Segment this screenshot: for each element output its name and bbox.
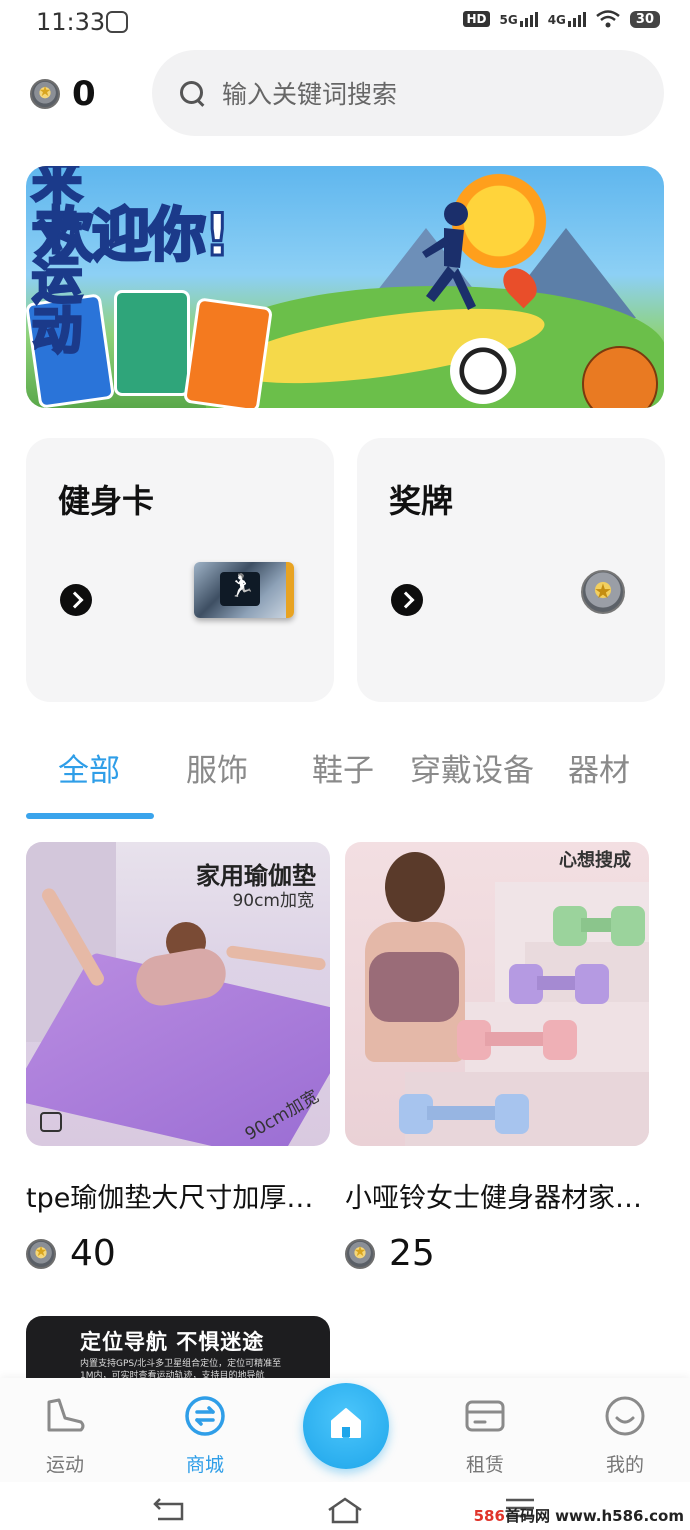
wifi-icon (596, 10, 620, 28)
medal-icon (581, 570, 625, 614)
signal-4g-label: 4G (547, 13, 566, 27)
nav-label: 运动 (45, 1454, 84, 1476)
person-illustration (385, 852, 445, 922)
runner-illustration (414, 196, 484, 326)
medal-balance[interactable]: 0 (30, 74, 96, 114)
dumbbell-purple (509, 964, 609, 1004)
dumbbell-pink (457, 1020, 577, 1060)
battery-icon: 30 (629, 10, 660, 28)
search-input[interactable]: 输入关键词搜索 (152, 50, 664, 136)
card-icon (465, 1400, 505, 1432)
signal-5g-icon: 5G (500, 11, 538, 27)
price-value: 40 (70, 1233, 116, 1274)
nav-label: 我的 (605, 1454, 644, 1476)
status-bar: 11:33 HD 5G 4G 30 (0, 0, 690, 46)
tab-indicator (26, 813, 154, 819)
banner-card-green (114, 290, 190, 396)
search-icon (178, 79, 206, 107)
search-placeholder: 输入关键词搜索 (222, 80, 398, 109)
nav-label: 租赁 (465, 1454, 504, 1476)
tab-clothing[interactable]: 服饰 (186, 745, 248, 790)
product-image[interactable]: 心想搜成 (345, 842, 649, 1146)
product-price: 25 (345, 1233, 649, 1274)
product-card[interactable]: 家用瑜伽垫 90cm加宽 90cm加宽 tpe瑜伽垫大尺寸加厚1… 40 (26, 842, 330, 1274)
category-fitness-card[interactable]: 健身卡 (26, 438, 334, 702)
tab-all[interactable]: 全部 (58, 745, 120, 790)
watermark-red: 586 (473, 1507, 505, 1525)
medal-icon (26, 1238, 56, 1269)
nav-item-shop[interactable]: 商城 (165, 1394, 245, 1477)
watermark: 586首码网 www.h586.com (474, 1505, 684, 1526)
notification-icon (106, 11, 128, 33)
signal-5g-label: 5G (499, 13, 518, 27)
tab-wearables[interactable]: 穿戴设备 (410, 745, 534, 790)
banner-title-main: 欢迎你! (34, 201, 231, 269)
price-value: 25 (389, 1233, 435, 1274)
category-medal-card[interactable]: 奖牌 (357, 438, 665, 702)
nav-item-rent[interactable]: 租赁 (445, 1394, 525, 1477)
watermark-text: 首码网 www.h586.com (504, 1507, 684, 1525)
hd-icon: HD (463, 11, 490, 27)
signal-4g-icon: 4G (548, 11, 586, 27)
smile-icon (605, 1396, 645, 1436)
shop-icon (185, 1396, 225, 1436)
status-indicators: HD 5G 4G 30 (463, 10, 660, 28)
image-caption-sub: 90cm加宽 (232, 891, 314, 911)
home-icon (331, 1408, 361, 1438)
product-image[interactable]: 家用瑜伽垫 90cm加宽 90cm加宽 (26, 842, 330, 1146)
category-tabs: 全部 服饰 鞋子 穿戴设备 器材 (26, 745, 666, 825)
product-card[interactable]: 心想搜成 小哑铃女士健身器材家… 25 (345, 842, 649, 1274)
promo-title: 定位导航 不惧迷途 (80, 1330, 265, 1354)
medal-icon (30, 79, 60, 109)
medal-icon (345, 1238, 375, 1269)
home-button[interactable] (303, 1383, 389, 1469)
status-time: 11:33 (36, 8, 106, 36)
nav-item-sport[interactable]: 运动 (25, 1394, 105, 1477)
dumbbell-blue (399, 1094, 529, 1134)
category-title: 健身卡 (58, 482, 155, 520)
fitness-card-image (194, 562, 294, 618)
promo-banner[interactable]: 来卡运动 欢迎你! (26, 166, 664, 408)
product-name: tpe瑜伽垫大尺寸加厚1… (26, 1183, 330, 1214)
brand-tag: 心想搜成 (559, 850, 631, 871)
product-price: 40 (26, 1233, 330, 1274)
soccer-ball-icon (450, 338, 516, 404)
chevron-right-icon[interactable] (60, 584, 92, 616)
tab-shoes[interactable]: 鞋子 (312, 745, 374, 790)
tab-equipment[interactable]: 器材 (568, 745, 630, 790)
category-title: 奖牌 (389, 482, 454, 520)
banner-card-orange (182, 297, 274, 408)
home-outline-icon[interactable] (326, 1496, 364, 1524)
product-name: 小哑铃女士健身器材家… (345, 1183, 642, 1214)
nav-label: 商城 (185, 1454, 224, 1476)
back-icon[interactable] (152, 1496, 186, 1522)
dumbbell-green (553, 906, 645, 946)
brand-logo-icon (40, 1112, 62, 1132)
shoe-icon (47, 1398, 85, 1432)
medal-count: 0 (72, 74, 96, 114)
system-nav: 586首码网 www.h586.com (0, 1482, 690, 1530)
nav-item-mine[interactable]: 我的 (585, 1394, 665, 1477)
chevron-right-icon[interactable] (391, 584, 423, 616)
